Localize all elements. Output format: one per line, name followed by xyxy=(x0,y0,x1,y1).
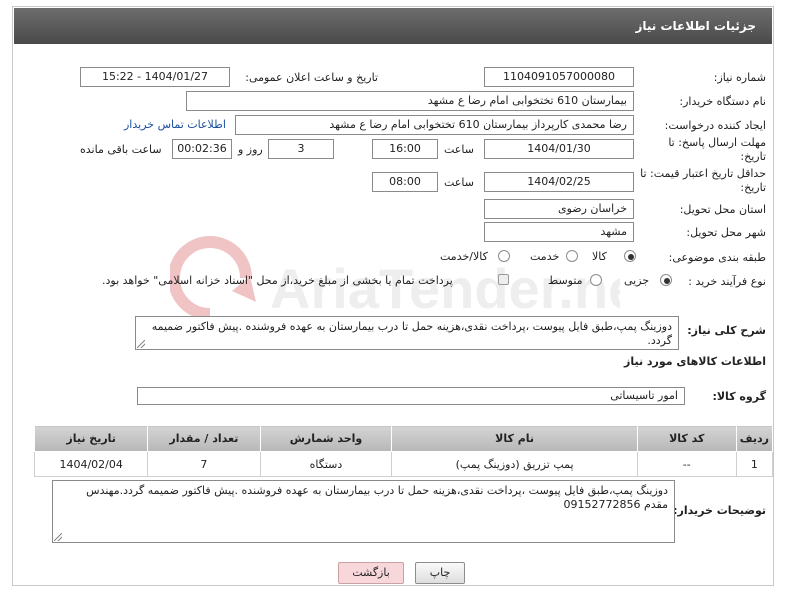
requester-field: رضا محمدی کارپرداز بیمارستان 610 تختخواب… xyxy=(235,115,634,135)
category-option-service: خدمت xyxy=(530,250,560,263)
remaining-time-field: 00:02:36 xyxy=(172,139,232,159)
treasury-payment-checkbox[interactable] xyxy=(498,274,509,285)
category-label: طبقه بندی موضوعی: xyxy=(668,251,766,264)
payment-note: پرداخت تمام یا بخشی از مبلغ خرید،از محل … xyxy=(102,274,453,287)
table-row: 1 -- پمپ تزریق (دوزینگ پمپ) دستگاه 7 140… xyxy=(33,451,774,477)
province-field: خراسان رضوی xyxy=(484,199,634,219)
process-option-minor: جزیی xyxy=(624,274,650,287)
process-label: نوع فرآیند خرید : xyxy=(688,275,766,288)
category-radio-service[interactable] xyxy=(566,250,578,262)
price-validity-time-field: 08:00 xyxy=(372,172,438,192)
cell-goods-code: -- xyxy=(636,451,737,477)
col-goods-code: کد کالا xyxy=(636,425,737,452)
deadline-label: مهلت ارسال پاسخ: تا تاریخ: xyxy=(668,136,766,163)
category-option-goods-service: کالا/خدمت xyxy=(440,250,488,263)
col-need-date: تاریخ نیاز xyxy=(33,425,149,452)
category-radio-goods[interactable] xyxy=(624,250,636,262)
days-label: روز و xyxy=(238,143,263,156)
requester-label: ایجاد کننده درخواست: xyxy=(664,119,766,132)
announce-label: تاریخ و ساعت اعلان عمومی: xyxy=(245,71,378,84)
city-field: مشهد xyxy=(484,222,634,242)
process-radio-minor[interactable] xyxy=(660,274,672,286)
days-field: 3 xyxy=(268,139,334,159)
goods-section-title: اطلاعات کالاهای مورد نیاز xyxy=(624,355,766,368)
buyer-org-label: نام دستگاه خریدار: xyxy=(679,95,766,108)
goods-group-label: گروه کالا: xyxy=(712,390,766,403)
cell-goods-name: پمپ تزریق (دوزینگ پمپ) xyxy=(391,451,638,477)
need-number-label: شماره نیاز: xyxy=(713,71,766,84)
deadline-time-label: ساعت xyxy=(444,143,474,156)
need-number-field: 1104091057000080 xyxy=(484,67,634,87)
description-resize-handle[interactable] xyxy=(137,340,145,348)
goods-table-header: ردیف کد کالا نام کالا واحد شمارش تعداد /… xyxy=(33,425,774,452)
city-label: شهر محل تحویل: xyxy=(686,226,766,239)
process-option-medium: متوسط xyxy=(548,274,583,287)
description-textarea[interactable]: دوزینگ پمپ،طبق فایل پیوست ،پرداخت نقدی،ه… xyxy=(135,316,679,350)
price-validity-time-label: ساعت xyxy=(444,176,474,189)
buyer-notes-label: توضیحات خریدار: xyxy=(673,504,766,517)
print-button[interactable]: چاپ xyxy=(415,562,465,584)
description-label: شرح کلی نیاز: xyxy=(687,324,766,337)
cell-need-date: 1404/02/04 xyxy=(33,451,149,477)
buyer-notes-resize-handle[interactable] xyxy=(54,533,62,541)
buyer-org-field: بیمارستان 610 تختخوابی امام رضا ع مشهد xyxy=(186,91,634,111)
category-radio-goods-service[interactable] xyxy=(498,250,510,262)
goods-table: ردیف کد کالا نام کالا واحد شمارش تعداد /… xyxy=(33,425,774,477)
deadline-time-field: 16:00 xyxy=(372,139,438,159)
province-label: استان محل تحویل: xyxy=(679,203,766,216)
back-button[interactable]: بازگشت xyxy=(338,562,404,584)
cell-unit: دستگاه xyxy=(259,451,393,477)
page-title: جزئیات اطلاعات نیاز xyxy=(14,8,772,44)
buyer-notes-textarea[interactable]: دوزینگ پمپ،طبق فایل پیوست ،پرداخت نقدی،ه… xyxy=(52,480,675,543)
process-radio-medium[interactable] xyxy=(590,274,602,286)
category-option-goods: کالا xyxy=(592,250,607,263)
goods-group-field: امور تاسیساتی xyxy=(137,387,685,405)
cell-quantity: 7 xyxy=(147,451,261,477)
col-unit: واحد شمارش xyxy=(259,425,393,452)
col-row-number: ردیف xyxy=(735,425,774,452)
remaining-label: ساعت باقی مانده xyxy=(80,143,162,156)
deadline-date-field: 1404/01/30 xyxy=(484,139,634,159)
col-goods-name: نام کالا xyxy=(391,425,638,452)
price-validity-label: حداقل تاریخ اعتبار قیمت: تا تاریخ: xyxy=(640,167,766,194)
col-quantity: تعداد / مقدار xyxy=(147,425,261,452)
buyer-contact-link[interactable]: اطلاعات تماس خریدار xyxy=(124,118,226,131)
cell-row-number: 1 xyxy=(735,451,774,477)
price-validity-date-field: 1404/02/25 xyxy=(484,172,634,192)
announce-field: 1404/01/27 - 15:22 xyxy=(80,67,230,87)
